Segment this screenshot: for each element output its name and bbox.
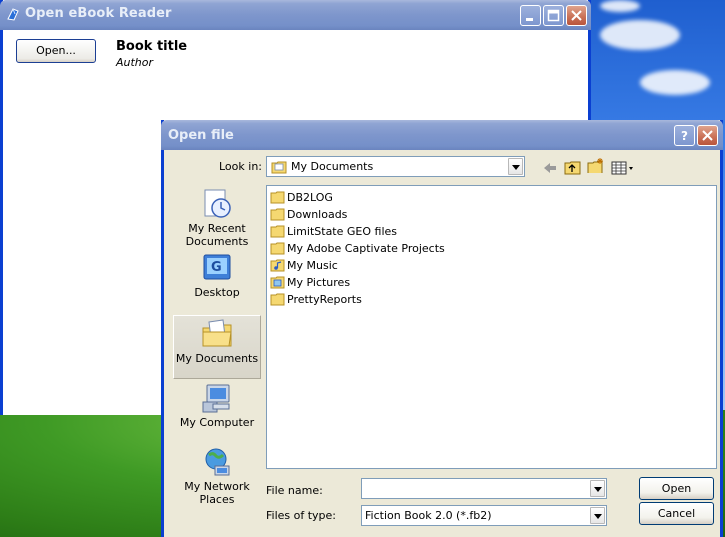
- folder-icon: [270, 242, 285, 255]
- my-documents-icon: [202, 319, 232, 347]
- file-name: My Pictures: [287, 276, 351, 289]
- file-name: DB2LOG: [287, 191, 333, 204]
- file-name-label: File name:: [266, 484, 323, 497]
- desktop-icon: G: [203, 254, 231, 280]
- files-of-type-select[interactable]: Fiction Book 2.0 (*.fb2): [361, 505, 607, 526]
- book-title: Book title: [116, 39, 188, 54]
- place-my-network-places[interactable]: My Network Places: [173, 446, 261, 510]
- look-in-value: My Documents: [291, 160, 374, 173]
- svg-text:?: ?: [681, 129, 688, 142]
- place-label: My Network Places: [184, 480, 250, 506]
- file-name: Downloads: [287, 208, 348, 221]
- place-label: My Documents: [175, 352, 259, 365]
- music-folder-icon: [270, 259, 285, 272]
- file-name-dropdown-arrow[interactable]: [590, 480, 605, 497]
- open-book-button[interactable]: Open...: [16, 39, 96, 63]
- up-folder-icon[interactable]: [564, 159, 582, 175]
- maximize-button[interactable]: [543, 5, 564, 26]
- new-folder-icon[interactable]: [587, 157, 605, 173]
- minimize-icon: [526, 18, 533, 21]
- help-button[interactable]: ?: [674, 125, 695, 146]
- folder-icon: [270, 208, 285, 221]
- my-computer-icon: [202, 384, 230, 413]
- look-in-label: Look in:: [219, 160, 262, 173]
- minimize-button[interactable]: [520, 5, 541, 26]
- open-file-dialog: Open file ? Look in: My Documents My Rec…: [161, 120, 723, 537]
- open-button[interactable]: Open: [639, 477, 714, 500]
- dialog-title: Open file: [168, 128, 234, 143]
- svg-text:G: G: [211, 260, 222, 275]
- network-places-icon: [205, 448, 230, 476]
- view-menu-icon[interactable]: [611, 160, 635, 176]
- place-my-computer[interactable]: My Computer: [173, 382, 261, 438]
- dialog-title-bar[interactable]: Open file ?: [161, 120, 723, 150]
- close-button[interactable]: [566, 5, 587, 26]
- my-documents-small-icon: [271, 161, 287, 174]
- place-my-documents[interactable]: My Documents: [173, 315, 261, 379]
- cancel-button[interactable]: Cancel: [639, 502, 714, 525]
- place-my-recent-documents[interactable]: My Recent Documents: [173, 188, 261, 250]
- file-name-input[interactable]: [361, 478, 607, 499]
- recent-documents-icon: [204, 189, 231, 218]
- folder-icon: [270, 225, 285, 238]
- place-desktop[interactable]: G Desktop: [173, 252, 261, 304]
- cloud: [600, 0, 640, 12]
- look-in-dropdown-arrow[interactable]: [508, 158, 523, 175]
- file-list[interactable]: DB2LOG Downloads LimitState GEO files My…: [266, 185, 717, 469]
- files-of-type-dropdown-arrow[interactable]: [590, 507, 605, 524]
- back-icon[interactable]: [542, 160, 558, 176]
- dialog-close-button[interactable]: [697, 125, 718, 146]
- place-label: Desktop: [194, 286, 240, 299]
- cloud: [600, 20, 680, 50]
- file-name: My Adobe Captivate Projects: [287, 242, 445, 255]
- files-of-type-value: Fiction Book 2.0 (*.fb2): [365, 509, 492, 522]
- book-author: Author: [116, 56, 154, 69]
- main-window-title: Open eBook Reader: [25, 6, 172, 21]
- folder-icon: [270, 293, 285, 306]
- cloud: [640, 70, 710, 95]
- close-icon: [571, 10, 582, 21]
- place-label: My Recent Documents: [185, 222, 249, 248]
- ebook-app-icon: [7, 8, 19, 21]
- file-name: LimitState GEO files: [287, 225, 397, 238]
- file-name: My Music: [287, 259, 338, 272]
- file-name: PrettyReports: [287, 293, 362, 306]
- dialog-client: Look in: My Documents My Recent Document…: [164, 150, 720, 537]
- close-icon: [702, 130, 713, 141]
- main-title-bar[interactable]: Open eBook Reader: [0, 0, 591, 30]
- look-in-combo[interactable]: My Documents: [266, 156, 525, 177]
- files-of-type-label: Files of type:: [266, 509, 337, 522]
- help-icon: ?: [681, 129, 688, 142]
- place-label: My Computer: [179, 416, 255, 429]
- folder-icon: [270, 191, 285, 204]
- pictures-folder-icon: [270, 276, 285, 289]
- maximize-icon: [547, 9, 560, 22]
